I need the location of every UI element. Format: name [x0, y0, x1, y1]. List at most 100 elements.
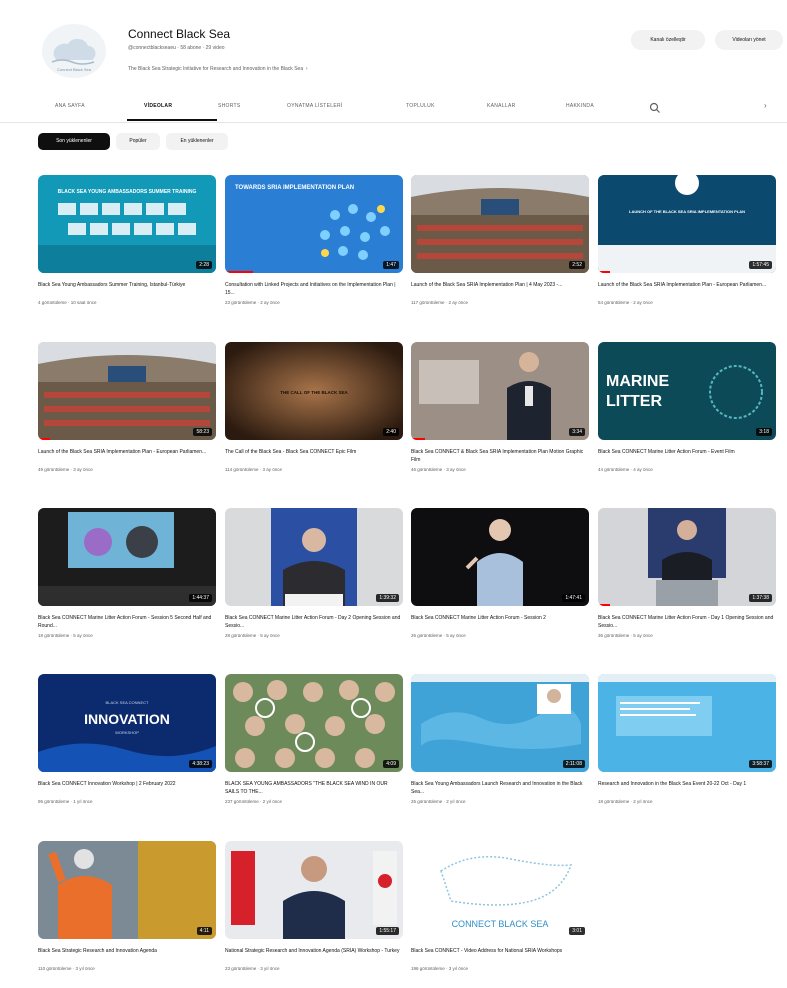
tab-home[interactable]: ANA SAYFA	[55, 103, 85, 109]
video-title[interactable]: Black Sea CONNECT Marine Litter Action F…	[38, 614, 216, 630]
video-card[interactable]: 1:47:41 Black Sea CONNECT Marine Litter …	[411, 508, 589, 638]
video-thumbnail[interactable]: 3:58:37	[598, 674, 776, 772]
thumbnail-image: CONNECT BLACK SEA	[411, 841, 589, 939]
thumbnail-image: THE CALL OF THE BLACK SEA	[225, 342, 403, 440]
video-title[interactable]: Black Sea CONNECT - Video Address for Na…	[411, 947, 589, 963]
chevron-right-more-icon[interactable]: ›	[764, 101, 767, 110]
thumbnail-image	[598, 508, 776, 606]
tab-channels[interactable]: KANALLAR	[487, 103, 516, 109]
video-title[interactable]: Black Sea CONNECT Marine Litter Action F…	[225, 614, 403, 630]
video-title[interactable]: Black Sea Young Ambassadors Summer Train…	[38, 281, 216, 297]
video-card[interactable]: 1:39:32 Black Sea CONNECT Marine Litter …	[225, 508, 403, 638]
video-title[interactable]: Black Sea CONNECT Marine Litter Action F…	[598, 448, 776, 464]
chip-popular[interactable]: Popüler	[116, 133, 160, 150]
video-card[interactable]: 2:11:08 Black Sea Young Ambassadors Laun…	[411, 674, 589, 804]
video-thumbnail[interactable]: 1:39:32	[225, 508, 403, 606]
video-title[interactable]: Launch of the Black Sea SRIA Implementat…	[411, 281, 589, 297]
thumbnail-image: BLACK SEA CONNECT INNOVATION WORKSHOP	[38, 674, 216, 772]
video-thumbnail[interactable]: LAUNCH OF THE BLACK SEA SRIA IMPLEMENTAT…	[598, 175, 776, 273]
video-title[interactable]: Consultation with Linked Projects and In…	[225, 281, 403, 297]
thumbnail-caption: LITTER	[606, 393, 662, 410]
video-title[interactable]: Launch of the Black Sea SRIA Implementat…	[38, 448, 216, 464]
video-duration: 1:44:37	[189, 594, 212, 602]
video-title[interactable]: Black Sea Strategic Research and Innovat…	[38, 947, 216, 963]
tab-playlists[interactable]: OYNATMA LİSTELERİ	[287, 103, 343, 109]
video-card[interactable]: MARINE LITTER 3:18 Black Sea CONNECT Mar…	[598, 342, 776, 472]
video-thumbnail[interactable]: 4:09	[225, 674, 403, 772]
video-title[interactable]: Black Sea CONNECT & Black Sea SRIA Imple…	[411, 448, 589, 464]
tab-about[interactable]: HAKKINDA	[566, 103, 594, 109]
video-meta: 26 görüntüleme · 2 yıl önce	[411, 799, 466, 804]
video-card[interactable]: LAUNCH OF THE BLACK SEA SRIA IMPLEMENTAT…	[598, 175, 776, 305]
video-card[interactable]: CONNECT BLACK SEA 3:01 Black Sea CONNECT…	[411, 841, 589, 971]
video-title[interactable]: Black Sea CONNECT Marine Litter Action F…	[411, 614, 589, 630]
customize-channel-button[interactable]: Kanalı özelleştir	[631, 30, 705, 50]
thumbnail-image	[411, 508, 589, 606]
video-card[interactable]: 3:34 Black Sea CONNECT & Black Sea SRIA …	[411, 342, 589, 472]
tab-videos[interactable]: VİDEOLAR	[144, 103, 172, 109]
video-meta: 110 görüntüleme · 3 yıl önce	[38, 966, 95, 971]
thumbnail-caption: BLACK SEA YOUNG AMBASSADORS SUMMER TRAIN…	[58, 189, 197, 195]
video-thumbnail[interactable]: BLACK SEA CONNECT INNOVATION WORKSHOP 4:…	[38, 674, 216, 772]
video-title[interactable]: BLACK SEA YOUNG AMBASSADORS "THE BLACK S…	[225, 780, 403, 796]
search-icon[interactable]	[648, 101, 662, 115]
video-thumbnail[interactable]: CONNECT BLACK SEA 3:01	[411, 841, 589, 939]
video-title[interactable]: National Strategic Research and Innovati…	[225, 947, 403, 963]
chip-oldest[interactable]: En yüklenenler	[166, 133, 228, 150]
tab-shorts[interactable]: SHORTS	[218, 103, 241, 109]
video-card[interactable]: 2:52 Launch of the Black Sea SRIA Implem…	[411, 175, 589, 305]
thumbnail-caption: WORKSHOP	[115, 730, 139, 735]
thumbnail-image	[411, 674, 589, 772]
video-card[interactable]: 58:23 Launch of the Black Sea SRIA Imple…	[38, 342, 216, 472]
video-card[interactable]: 1:37:38 Black Sea CONNECT Marine Litter …	[598, 508, 776, 638]
video-title[interactable]: Black Sea Young Ambassadors Launch Resea…	[411, 780, 589, 796]
video-card[interactable]: BLACK SEA YOUNG AMBASSADORS SUMMER TRAIN…	[38, 175, 216, 305]
channel-description[interactable]: The Black Sea Strategic Initiative for R…	[128, 66, 308, 72]
video-thumbnail[interactable]: 1:47:41	[411, 508, 589, 606]
video-title[interactable]: Launch of the Black Sea SRIA Implementat…	[598, 281, 776, 297]
video-title[interactable]: The Call of the Black Sea - Black Sea CO…	[225, 448, 403, 464]
video-meta: 28 görüntüleme · 5 ay önce	[225, 633, 280, 638]
video-card[interactable]: 1:44:37 Black Sea CONNECT Marine Litter …	[38, 508, 216, 638]
manage-videos-button[interactable]: Videoları yönet	[715, 30, 783, 50]
video-duration: 3:18	[756, 428, 772, 436]
thumbnail-image	[225, 508, 403, 606]
tab-community[interactable]: TOPLULUK	[406, 103, 435, 109]
video-duration: 2:40	[383, 428, 399, 436]
video-meta: 114 görüntüleme · 3 ay önce	[225, 467, 282, 472]
video-thumbnail[interactable]: 4:11	[38, 841, 216, 939]
video-thumbnail[interactable]: 3:34	[411, 342, 589, 440]
video-duration: 3:34	[569, 428, 585, 436]
thumbnail-image	[38, 342, 216, 440]
video-thumbnail[interactable]: TOWARDS SRIA IMPLEMENTATION PLAN 1:47	[225, 175, 403, 273]
video-thumbnail[interactable]: 1:55:17	[225, 841, 403, 939]
video-thumbnail[interactable]: 2:11:08	[411, 674, 589, 772]
video-card[interactable]: BLACK SEA CONNECT INNOVATION WORKSHOP 4:…	[38, 674, 216, 804]
chip-latest[interactable]: Son yüklenenler	[38, 133, 110, 150]
watch-progress	[598, 604, 610, 606]
video-title[interactable]: Black Sea CONNECT Innovation Workshop | …	[38, 780, 216, 796]
channel-logo-icon[interactable]: Connect Black Sea	[42, 24, 106, 78]
thumbnail-image	[38, 508, 216, 606]
video-meta: 4 görüntüleme · 10 saat önce	[38, 300, 97, 305]
video-card[interactable]: THE CALL OF THE BLACK SEA 2:40 The Call …	[225, 342, 403, 472]
video-thumbnail[interactable]: MARINE LITTER 3:18	[598, 342, 776, 440]
video-meta: 18 görüntüleme · 5 ay önce	[38, 633, 93, 638]
video-thumbnail[interactable]: 58:23	[38, 342, 216, 440]
video-thumbnail[interactable]: 1:37:38	[598, 508, 776, 606]
video-card[interactable]: 4:09 BLACK SEA YOUNG AMBASSADORS "THE BL…	[225, 674, 403, 804]
video-card[interactable]: 1:55:17 National Strategic Research and …	[225, 841, 403, 971]
video-card[interactable]: TOWARDS SRIA IMPLEMENTATION PLAN 1:47 Co…	[225, 175, 403, 305]
video-thumbnail[interactable]: 1:44:37	[38, 508, 216, 606]
video-thumbnail[interactable]: THE CALL OF THE BLACK SEA 2:40	[225, 342, 403, 440]
video-card[interactable]: 3:58:37 Research and Innovation in the B…	[598, 674, 776, 804]
video-title[interactable]: Research and Innovation in the Black Sea…	[598, 780, 776, 796]
video-thumbnail[interactable]: BLACK SEA YOUNG AMBASSADORS SUMMER TRAIN…	[38, 175, 216, 273]
video-card[interactable]: 4:11 Black Sea Strategic Research and In…	[38, 841, 216, 971]
video-duration: 1:39:32	[376, 594, 399, 602]
thumbnail-image: MARINE LITTER	[598, 342, 776, 440]
video-thumbnail[interactable]: 2:52	[411, 175, 589, 273]
video-title[interactable]: Black Sea CONNECT Marine Litter Action F…	[598, 614, 776, 630]
video-duration: 58:23	[193, 428, 212, 436]
video-duration: 3:58:37	[749, 760, 772, 768]
